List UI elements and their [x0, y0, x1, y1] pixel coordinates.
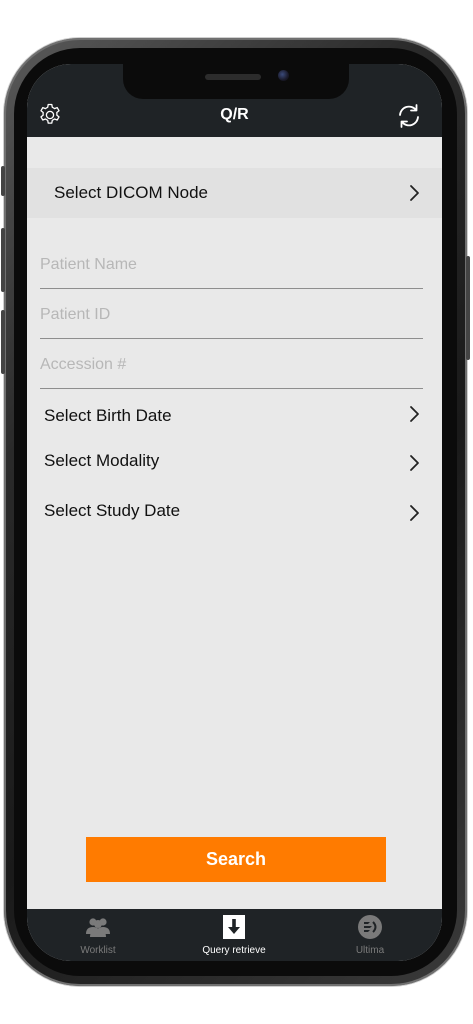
volume-down-button: [1, 310, 5, 374]
page-title: Q/R: [220, 106, 249, 123]
tab-query-retrieve-label: Query retrieve: [202, 945, 266, 956]
select-study-date-row[interactable]: Select Study Date: [27, 491, 442, 531]
patient-id-input[interactable]: [40, 306, 420, 324]
tab-worklist[interactable]: Worklist: [29, 909, 167, 961]
users-icon: [86, 918, 110, 937]
patient-name-input[interactable]: [40, 256, 420, 274]
select-birth-date-row[interactable]: Select Birth Date: [27, 396, 442, 436]
front-camera: [278, 70, 289, 81]
chevron-right-icon: [410, 505, 419, 521]
dicom-node-label: Select DICOM Node: [54, 183, 208, 202]
select-modality-row[interactable]: Select Modality: [27, 441, 442, 481]
app-screen: Q/R Select DICOM Node Select Birth Date: [27, 64, 442, 961]
chevron-right-icon: [410, 455, 419, 471]
chevron-right-icon: [410, 406, 419, 422]
tab-query-retrieve[interactable]: Query retrieve: [165, 909, 303, 961]
mute-switch: [1, 166, 5, 196]
refresh-icon[interactable]: [395, 102, 423, 130]
speaker-grille: [205, 74, 261, 80]
chevron-right-icon: [410, 185, 419, 201]
search-button[interactable]: Search: [86, 837, 386, 882]
modality-label: Select Modality: [44, 451, 160, 470]
birth-date-label: Select Birth Date: [44, 406, 172, 425]
tab-bar: Worklist Query retrieve Ultima: [27, 909, 442, 961]
patient-name-field: [40, 238, 423, 289]
tab-ultima-label: Ultima: [355, 945, 385, 956]
accession-input[interactable]: [40, 356, 420, 374]
power-button: [466, 256, 470, 360]
navigation-bar: Q/R: [27, 64, 442, 137]
volume-up-button: [1, 228, 5, 292]
tab-ultima[interactable]: Ultima: [301, 909, 439, 961]
tab-worklist-label: Worklist: [80, 945, 116, 956]
study-date-label: Select Study Date: [44, 501, 181, 520]
patient-id-field: [40, 288, 423, 339]
notch: [123, 64, 349, 99]
accession-field: [40, 338, 423, 389]
select-dicom-node-row[interactable]: Select DICOM Node: [27, 168, 442, 218]
download-icon: [223, 915, 245, 939]
ultima-icon: [358, 915, 382, 939]
